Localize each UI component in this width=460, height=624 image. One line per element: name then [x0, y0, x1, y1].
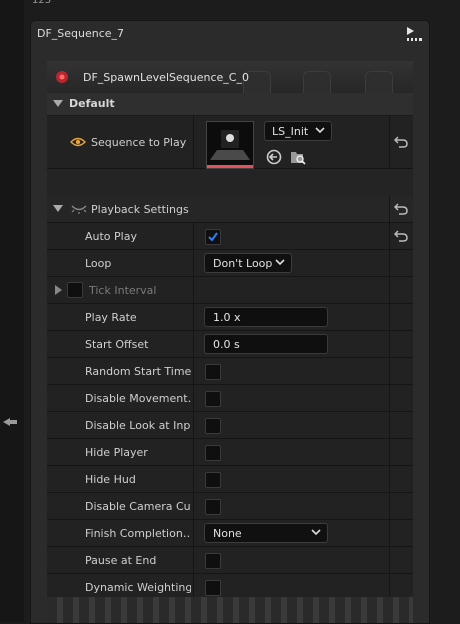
row-finish-completion: Finish Completion… None: [47, 520, 413, 547]
row-playback-settings[interactable]: Playback Settings: [47, 196, 413, 223]
row-label: Playback Settings: [91, 203, 189, 216]
row-label: Sequence to Play: [91, 136, 187, 149]
sequence-asset-dropdown[interactable]: LS_Init: [264, 121, 332, 141]
loop-dropdown[interactable]: Don't Loop: [204, 253, 292, 273]
asset-thumbnail[interactable]: [206, 121, 254, 169]
finish-completion-dropdown[interactable]: None: [204, 523, 328, 543]
disable-movement-checkbox[interactable]: [205, 391, 221, 407]
next-node-pins: [47, 597, 413, 623]
hide-hud-checkbox[interactable]: [205, 472, 221, 488]
struct-icon: [71, 205, 87, 214]
row-play-rate: Play Rate 1.0 x: [47, 304, 413, 331]
row-disable-look-at-input: Disable Look at Input: [47, 412, 413, 439]
sequence-actor-icon: [56, 71, 68, 83]
details-panel: Default Sequence to Play LS_Init Playbac…: [47, 93, 413, 601]
play-rate-input[interactable]: 1.0 x: [204, 307, 328, 327]
row-disable-camera-cuts: Disable Camera Cuts: [47, 493, 413, 520]
row-label: Start Offset: [85, 338, 149, 351]
collapse-arrow-icon[interactable]: [53, 205, 63, 212]
row-label: Loop: [85, 257, 112, 270]
wire-handle-icon[interactable]: [2, 416, 18, 428]
reset-to-default-icon[interactable]: [394, 203, 408, 215]
row-label: Disable Look at Input: [85, 419, 191, 432]
pause-at-end-checkbox[interactable]: [205, 553, 221, 569]
asset-type-color-bar: [207, 165, 253, 168]
node-title: DF_Sequence_7: [37, 27, 125, 40]
row-sequence-to-play: Sequence to Play LS_Init: [47, 116, 413, 169]
chevron-down-icon: [311, 529, 321, 536]
level-sequence-thumbnail-icon: [207, 122, 253, 168]
tick-interval-override-checkbox[interactable]: [67, 282, 83, 298]
row-loop: Loop Don't Loop: [47, 250, 413, 277]
auto-play-checkbox[interactable]: [205, 229, 221, 245]
random-start-time-checkbox[interactable]: [205, 364, 221, 380]
row-hide-hud: Hide Hud: [47, 466, 413, 493]
play-pin-icon[interactable]: [405, 26, 423, 42]
row-label: Random Start Time: [85, 365, 191, 378]
row-label: Hide Hud: [85, 473, 136, 486]
browse-to-asset-icon[interactable]: [290, 149, 306, 165]
expand-arrow-icon[interactable]: [55, 285, 62, 295]
disable-camera-cuts-checkbox[interactable]: [205, 499, 221, 515]
row-label: Pause at End: [85, 554, 157, 567]
row-label: Auto Play: [85, 230, 137, 243]
category-default[interactable]: Default: [47, 93, 413, 116]
row-label: Play Rate: [85, 311, 137, 324]
row-label: Hide Player: [85, 446, 148, 459]
canvas-label: 123: [32, 0, 52, 6]
row-start-offset: Start Offset 0.0 s: [47, 331, 413, 358]
collapse-arrow-icon[interactable]: [53, 100, 63, 107]
chevron-down-icon: [275, 259, 285, 266]
row-label: Disable Movement…: [85, 392, 191, 405]
row-label: Disable Camera Cuts: [85, 500, 191, 513]
use-selected-asset-icon[interactable]: [266, 149, 282, 165]
subnode-title: DF_SpawnLevelSequence_C_0: [83, 71, 249, 84]
row-auto-play: Auto Play: [47, 223, 413, 250]
chevron-down-icon: [315, 127, 325, 134]
reset-to-default-icon[interactable]: [394, 230, 408, 242]
row-random-start-time: Random Start Time: [47, 358, 413, 385]
row-label: Finish Completion…: [85, 527, 191, 540]
start-offset-input[interactable]: 0.0 s: [204, 334, 328, 354]
subnode-header[interactable]: DF_SpawnLevelSequence_C_0: [47, 61, 413, 96]
left-gutter: [0, 0, 24, 622]
sequence-node[interactable]: DF_Sequence_7 DF_SpawnLevelSequence_C_0 …: [30, 20, 430, 624]
row-pause-at-end: Pause at End: [47, 547, 413, 574]
row-disable-movement: Disable Movement…: [47, 385, 413, 412]
reset-to-default-icon[interactable]: [394, 136, 408, 148]
row-hide-player: Hide Player: [47, 439, 413, 466]
row-tick-interval: Tick Interval: [47, 277, 413, 304]
disable-look-at-input-checkbox[interactable]: [205, 418, 221, 434]
row-label: Tick Interval: [89, 284, 157, 297]
dynamic-weighting-checkbox[interactable]: [205, 580, 221, 596]
checkmark-icon: [208, 232, 218, 242]
row-label: Dynamic Weighting: [85, 581, 191, 594]
eye-icon[interactable]: [70, 136, 86, 148]
hide-player-checkbox[interactable]: [205, 445, 221, 461]
